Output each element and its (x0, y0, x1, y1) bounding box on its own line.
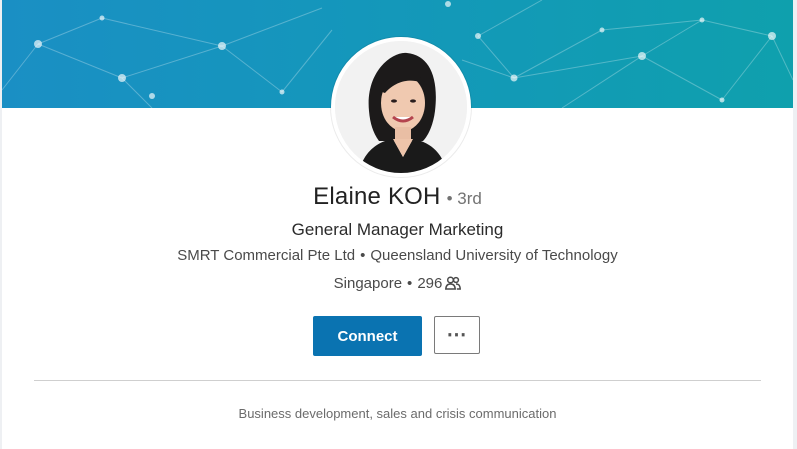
profile-card: Elaine KOH • 3rd General Manager Marketin… (2, 0, 793, 449)
separator-dot: • (360, 247, 366, 264)
profile-photo-avatar[interactable] (331, 37, 471, 177)
people-icon (445, 276, 462, 294)
profile-location-row: Singapore • 296 (2, 275, 793, 294)
connect-button[interactable]: Connect (313, 316, 422, 356)
connections-count: 296 (417, 275, 443, 292)
profile-name: Elaine KOH (313, 183, 441, 210)
profile-headline: General Manager Marketing (291, 220, 504, 239)
more-horizontal-icon: ⋯ (446, 324, 468, 346)
profile-experience-row: SMRT Commercial Pte Ltd • Queensland Unive… (2, 247, 793, 264)
profile-photo-image (335, 41, 467, 173)
separator-dot: • (407, 275, 413, 292)
connection-degree-badge: • 3rd (446, 189, 482, 208)
location-text: Singapore (333, 275, 403, 292)
section-divider (34, 380, 761, 381)
education-school-link[interactable]: Queensland University of Technology (370, 247, 617, 264)
more-actions-button[interactable]: ⋯ (434, 316, 480, 354)
connections-count-link[interactable]: 296 (417, 275, 462, 294)
profile-name-row: Elaine KOH • 3rd (2, 183, 793, 211)
profile-summary: Business development, sales and crisis c… (238, 406, 557, 421)
current-company-link[interactable]: SMRT Commercial Pte Ltd (177, 247, 355, 264)
